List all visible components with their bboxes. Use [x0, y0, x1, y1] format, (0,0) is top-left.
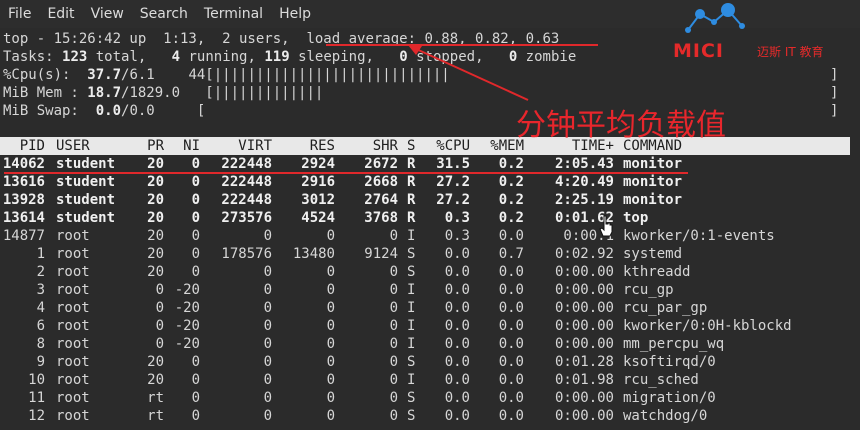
annotation-arrow-line — [413, 47, 529, 101]
annotation-arrow-icon — [408, 45, 529, 101]
hand-cursor-icon — [599, 215, 613, 237]
logo-subtitle: 迈斯 IT 教育 — [757, 45, 824, 59]
logo-name: MICI — [673, 40, 724, 62]
annotation-label: 分钟平均负载值 — [516, 108, 726, 143]
